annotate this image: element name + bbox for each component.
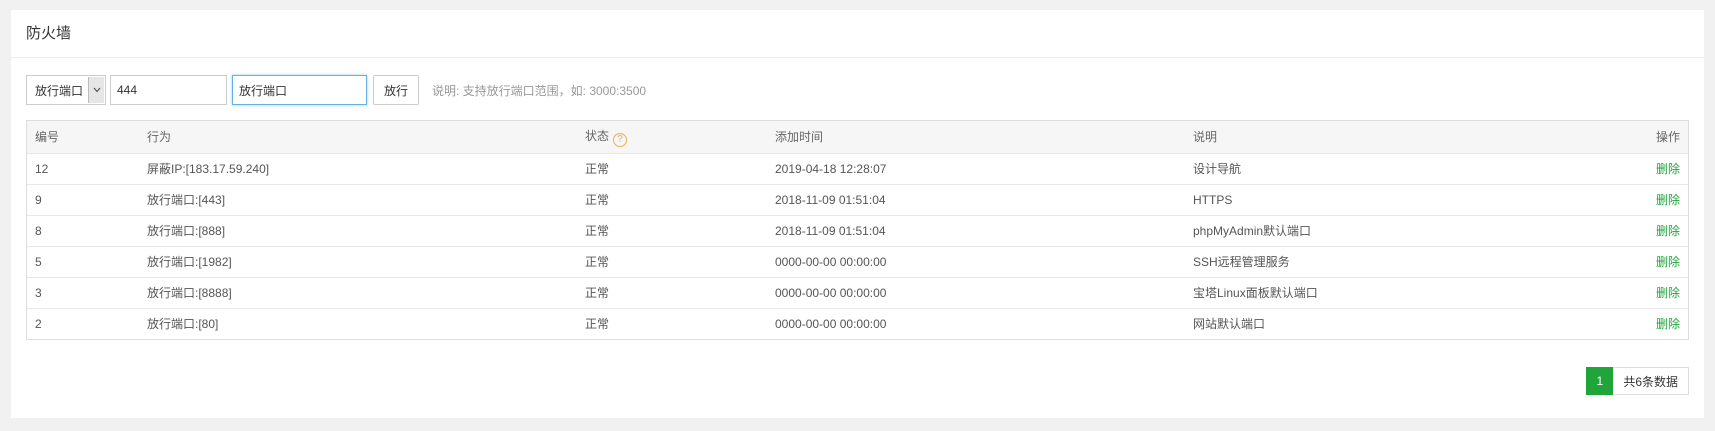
- header-op: 操作: [1655, 130, 1680, 145]
- table-row: 9 放行端口:[443] 正常 2018-11-09 01:51:04 HTTP…: [27, 184, 1688, 215]
- cell-op: 删除: [1565, 277, 1688, 308]
- rule-type-select[interactable]: 放行端口: [26, 75, 106, 105]
- cell-op: 删除: [1565, 246, 1688, 277]
- table-row: 12 屏蔽IP:[183.17.59.240] 正常 2019-04-18 12…: [27, 153, 1688, 184]
- cell-time: 0000-00-00 00:00:00: [775, 316, 887, 331]
- cell-id: 3: [35, 285, 42, 300]
- cell-op: 删除: [1565, 153, 1688, 184]
- panel-title: 防火墙: [11, 10, 1704, 58]
- page-total: 共6条数据: [1613, 367, 1689, 395]
- cell-action: 屏蔽IP:[183.17.59.240]: [147, 162, 270, 176]
- rules-table: 编号 行为 状态? 添加时间 说明 操作 12 屏蔽IP:[183.17.59.…: [26, 120, 1689, 340]
- table-row: 2 放行端口:[80] 正常 0000-00-00 00:00:00 网站默认端…: [27, 308, 1688, 339]
- cell-action: 放行端口:[443]: [147, 193, 226, 207]
- rule-type-value: 放行端口: [35, 83, 84, 98]
- cell-desc: phpMyAdmin默认端口: [1193, 224, 1312, 238]
- cell-status: 正常: [585, 162, 610, 176]
- header-action: 行为: [147, 130, 172, 145]
- header-id: 编号: [35, 130, 60, 145]
- cell-op: 删除: [1565, 308, 1688, 339]
- cell-desc: SSH远程管理服务: [1193, 255, 1290, 269]
- hint-text: 说明: 支持放行端口范围，如: 3000:3500: [432, 83, 647, 98]
- cell-status: 正常: [585, 255, 610, 269]
- chevron-down-icon[interactable]: [88, 77, 104, 103]
- cell-desc: 设计导航: [1193, 162, 1242, 176]
- cell-op: 删除: [1565, 215, 1688, 246]
- delete-link[interactable]: 删除: [1656, 255, 1680, 269]
- header-time: 添加时间: [775, 130, 824, 145]
- cell-status: 正常: [585, 286, 610, 300]
- cell-time: 2019-04-18 12:28:07: [775, 161, 887, 176]
- cell-time: 0000-00-00 00:00:00: [775, 285, 887, 300]
- header-desc: 说明: [1193, 130, 1218, 145]
- cell-id: 8: [35, 223, 42, 238]
- header-status: 状态?: [577, 121, 767, 153]
- cell-time: 0000-00-00 00:00:00: [775, 254, 887, 269]
- cell-id: 9: [35, 192, 42, 207]
- cell-status: 正常: [585, 193, 610, 207]
- pagination: 1 共6条数据: [1586, 367, 1689, 395]
- cell-action: 放行端口:[80]: [147, 317, 219, 332]
- delete-link[interactable]: 删除: [1656, 286, 1680, 300]
- cell-action: 放行端口:[1982]: [147, 255, 232, 269]
- allow-button[interactable]: 放行: [373, 75, 419, 105]
- table-header-row: 编号 行为 状态? 添加时间 说明 操作: [27, 121, 1688, 153]
- description-input[interactable]: [232, 75, 367, 105]
- page-current[interactable]: 1: [1586, 367, 1614, 395]
- cell-status: 正常: [585, 317, 610, 332]
- delete-link[interactable]: 删除: [1656, 162, 1680, 176]
- help-icon[interactable]: ?: [613, 132, 628, 147]
- delete-link[interactable]: 删除: [1656, 317, 1680, 331]
- cell-action: 放行端口:[8888]: [147, 286, 232, 300]
- port-input[interactable]: [110, 75, 227, 105]
- cell-id: 12: [35, 161, 49, 176]
- cell-id: 5: [35, 254, 42, 269]
- table-row: 8 放行端口:[888] 正常 2018-11-09 01:51:04 phpM…: [27, 215, 1688, 246]
- cell-time: 2018-11-09 01:51:04: [775, 223, 886, 238]
- cell-time: 2018-11-09 01:51:04: [775, 192, 886, 207]
- firewall-panel: 防火墙 放行端口 放行 说明: 支持放行端口范围，如: 3000:3500 编号…: [11, 10, 1704, 418]
- cell-desc: 宝塔Linux面板默认端口: [1193, 286, 1318, 300]
- table-row: 5 放行端口:[1982] 正常 0000-00-00 00:00:00 SSH…: [27, 246, 1688, 277]
- cell-op: 删除: [1565, 184, 1688, 215]
- cell-desc: HTTPS: [1193, 192, 1233, 207]
- delete-link[interactable]: 删除: [1656, 224, 1680, 238]
- delete-link[interactable]: 删除: [1656, 193, 1680, 207]
- header-status-label: 状态: [585, 129, 610, 143]
- cell-id: 2: [35, 316, 42, 331]
- cell-status: 正常: [585, 224, 610, 238]
- firewall-toolbar: 放行端口 放行 说明: 支持放行端口范围，如: 3000:3500: [26, 75, 646, 105]
- cell-desc: 网站默认端口: [1193, 317, 1266, 332]
- cell-action: 放行端口:[888]: [147, 224, 226, 238]
- table-row: 3 放行端口:[8888] 正常 0000-00-00 00:00:00 宝塔L…: [27, 277, 1688, 308]
